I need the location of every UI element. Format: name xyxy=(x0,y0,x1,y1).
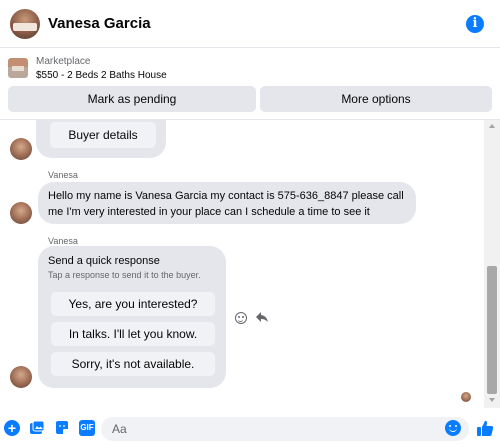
mark-as-pending-button[interactable]: Mark as pending xyxy=(8,86,256,112)
scrollbar-thumb[interactable] xyxy=(487,266,497,394)
thumbs-up-icon[interactable] xyxy=(476,419,494,437)
quick-response-title: Send a quick response xyxy=(48,255,160,267)
listing-title[interactable]: $550 - 2 Beds 2 Baths House xyxy=(36,70,167,81)
quick-response-option[interactable]: Sorry, it's not available. xyxy=(51,352,215,376)
more-options-button[interactable]: More options xyxy=(260,86,492,112)
listing-category: Marketplace xyxy=(36,56,91,67)
quick-response-card: Send a quick response Tap a response to … xyxy=(38,246,226,388)
marketplace-listing: Marketplace $550 - 2 Beds 2 Baths House … xyxy=(0,48,500,120)
message-bubble[interactable]: Hello my name is Vanesa Garcia my contac… xyxy=(38,182,416,224)
quick-response-option[interactable]: Yes, are you interested? xyxy=(51,292,215,316)
photo-icon[interactable] xyxy=(29,420,45,436)
sender-avatar[interactable] xyxy=(10,202,32,224)
plus-icon[interactable]: + xyxy=(4,420,20,436)
reply-icon[interactable] xyxy=(255,310,269,324)
info-icon[interactable]: i xyxy=(466,15,484,33)
scroll-up-arrow[interactable] xyxy=(489,124,495,128)
react-emoji-icon[interactable] xyxy=(235,312,247,324)
sender-avatar[interactable] xyxy=(10,366,32,388)
sender-avatar[interactable] xyxy=(10,138,32,160)
sender-name: Vanesa xyxy=(48,170,78,180)
scrollbar[interactable] xyxy=(484,120,500,408)
sender-name: Vanesa xyxy=(48,236,78,246)
message-thread[interactable]: Buyer details Vanesa Hello my name is Va… xyxy=(0,120,484,408)
message-text: Hello my name is Vanesa Garcia my contac… xyxy=(48,190,404,218)
message-input-placeholder: Aa xyxy=(112,422,127,436)
listing-thumbnail[interactable] xyxy=(8,58,28,78)
buyer-details-button[interactable]: Buyer details xyxy=(50,122,156,148)
contact-name[interactable]: Vanesa Garcia xyxy=(48,15,151,32)
seen-receipt-avatar xyxy=(461,392,471,402)
contact-avatar[interactable] xyxy=(10,9,40,39)
scroll-down-arrow[interactable] xyxy=(489,398,495,402)
emoji-icon[interactable] xyxy=(445,420,461,436)
message-composer: + GIF Aa xyxy=(0,408,500,448)
message-input[interactable]: Aa xyxy=(101,417,469,441)
quick-response-subtitle: Tap a response to send it to the buyer. xyxy=(48,270,201,280)
sticker-icon[interactable] xyxy=(54,420,70,436)
chat-header: Vanesa Garcia i xyxy=(0,0,500,48)
quick-response-option[interactable]: In talks. I'll let you know. xyxy=(51,322,215,346)
gif-icon[interactable]: GIF xyxy=(79,420,95,436)
